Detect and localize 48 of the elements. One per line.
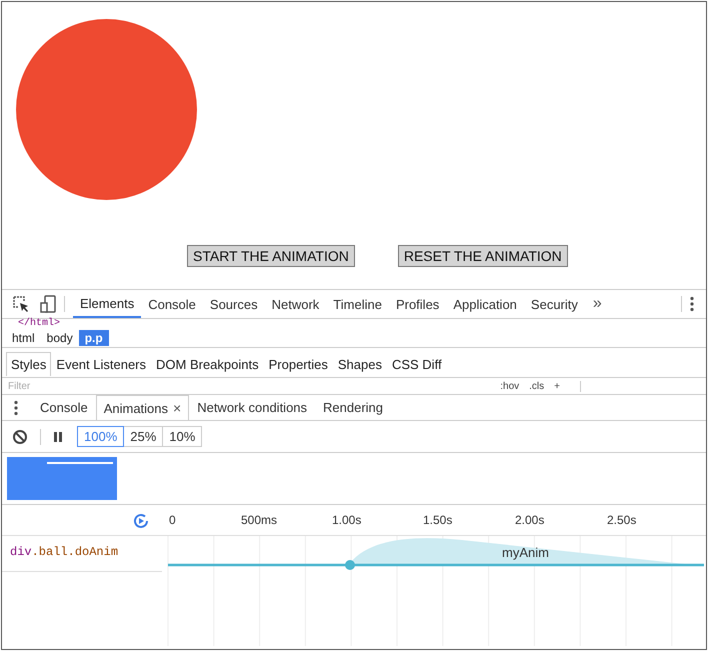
drawer-tab[interactable]: Rendering [315,395,392,420]
panel-tab[interactable]: Timeline [326,290,389,318]
replay-icon[interactable] [132,512,150,530]
breadcrumb[interactable]: html [6,330,41,346]
panel-tab[interactable]: Application [446,290,524,318]
pause-icon[interactable] [53,432,63,442]
sidebar-tab[interactable]: Shapes [332,352,387,376]
sidebar-tab[interactable]: Event Listeners [51,352,152,376]
panel-tab[interactable]: Console [141,290,203,318]
page-button[interactable]: RESET THE ANIMATION [398,245,568,267]
drawer-menu-icon[interactable] [14,400,18,416]
panel-tab[interactable]: Elements [73,290,142,318]
animated-element-selector: div.ball.doAnim [2,536,162,572]
panel-tab[interactable]: Sources [202,290,265,318]
speed-button[interactable]: 10% [162,426,202,447]
time-tick: 500ms [241,513,278,527]
time-tick: 2.00s [515,513,544,527]
menu-icon[interactable] [690,296,694,312]
more-tabs-button[interactable]: » [592,295,602,313]
sidebar-tab[interactable]: Properties [264,352,333,376]
drawer-tab[interactable]: Animations × [96,395,190,420]
time-tick: 1.00s [332,513,362,527]
dom-line: </html> [18,318,60,329]
animation-name: myAnim [502,545,549,560]
page-button[interactable]: START THE ANIMATION [187,245,355,267]
speed-button[interactable]: 25% [123,426,164,447]
time-tick: 2.50s [607,513,636,527]
style-tool-button[interactable]: .cls [529,380,544,392]
style-tool-button[interactable]: + [554,380,560,392]
drawer-tab[interactable]: Network conditions [189,395,316,420]
drawer-tab[interactable]: Console [32,395,96,420]
panel-tab[interactable]: Security [524,290,585,318]
device-icon[interactable] [40,295,56,313]
speed-button[interactable]: 100% [77,426,124,447]
time-tick: 0 [169,513,176,527]
breadcrumb[interactable]: body [40,330,79,346]
breadcrumb[interactable]: p.p [78,330,109,346]
sidebar-tab[interactable]: DOM Breakpoints [151,352,264,376]
style-tool-button[interactable]: :hov [500,380,520,392]
sidebar-tab[interactable]: CSS Diff [386,352,447,376]
time-tick: 1.50s [423,513,452,527]
panel-tab[interactable]: Network [264,290,326,318]
panel-tab[interactable]: Profiles [388,290,446,318]
close-tab-icon[interactable]: × [173,400,182,416]
sidebar-tab[interactable]: Styles [6,352,52,376]
inspect-icon[interactable] [12,295,30,313]
animation-group-thumbnail[interactable] [7,457,117,500]
clear-icon[interactable] [12,428,28,444]
